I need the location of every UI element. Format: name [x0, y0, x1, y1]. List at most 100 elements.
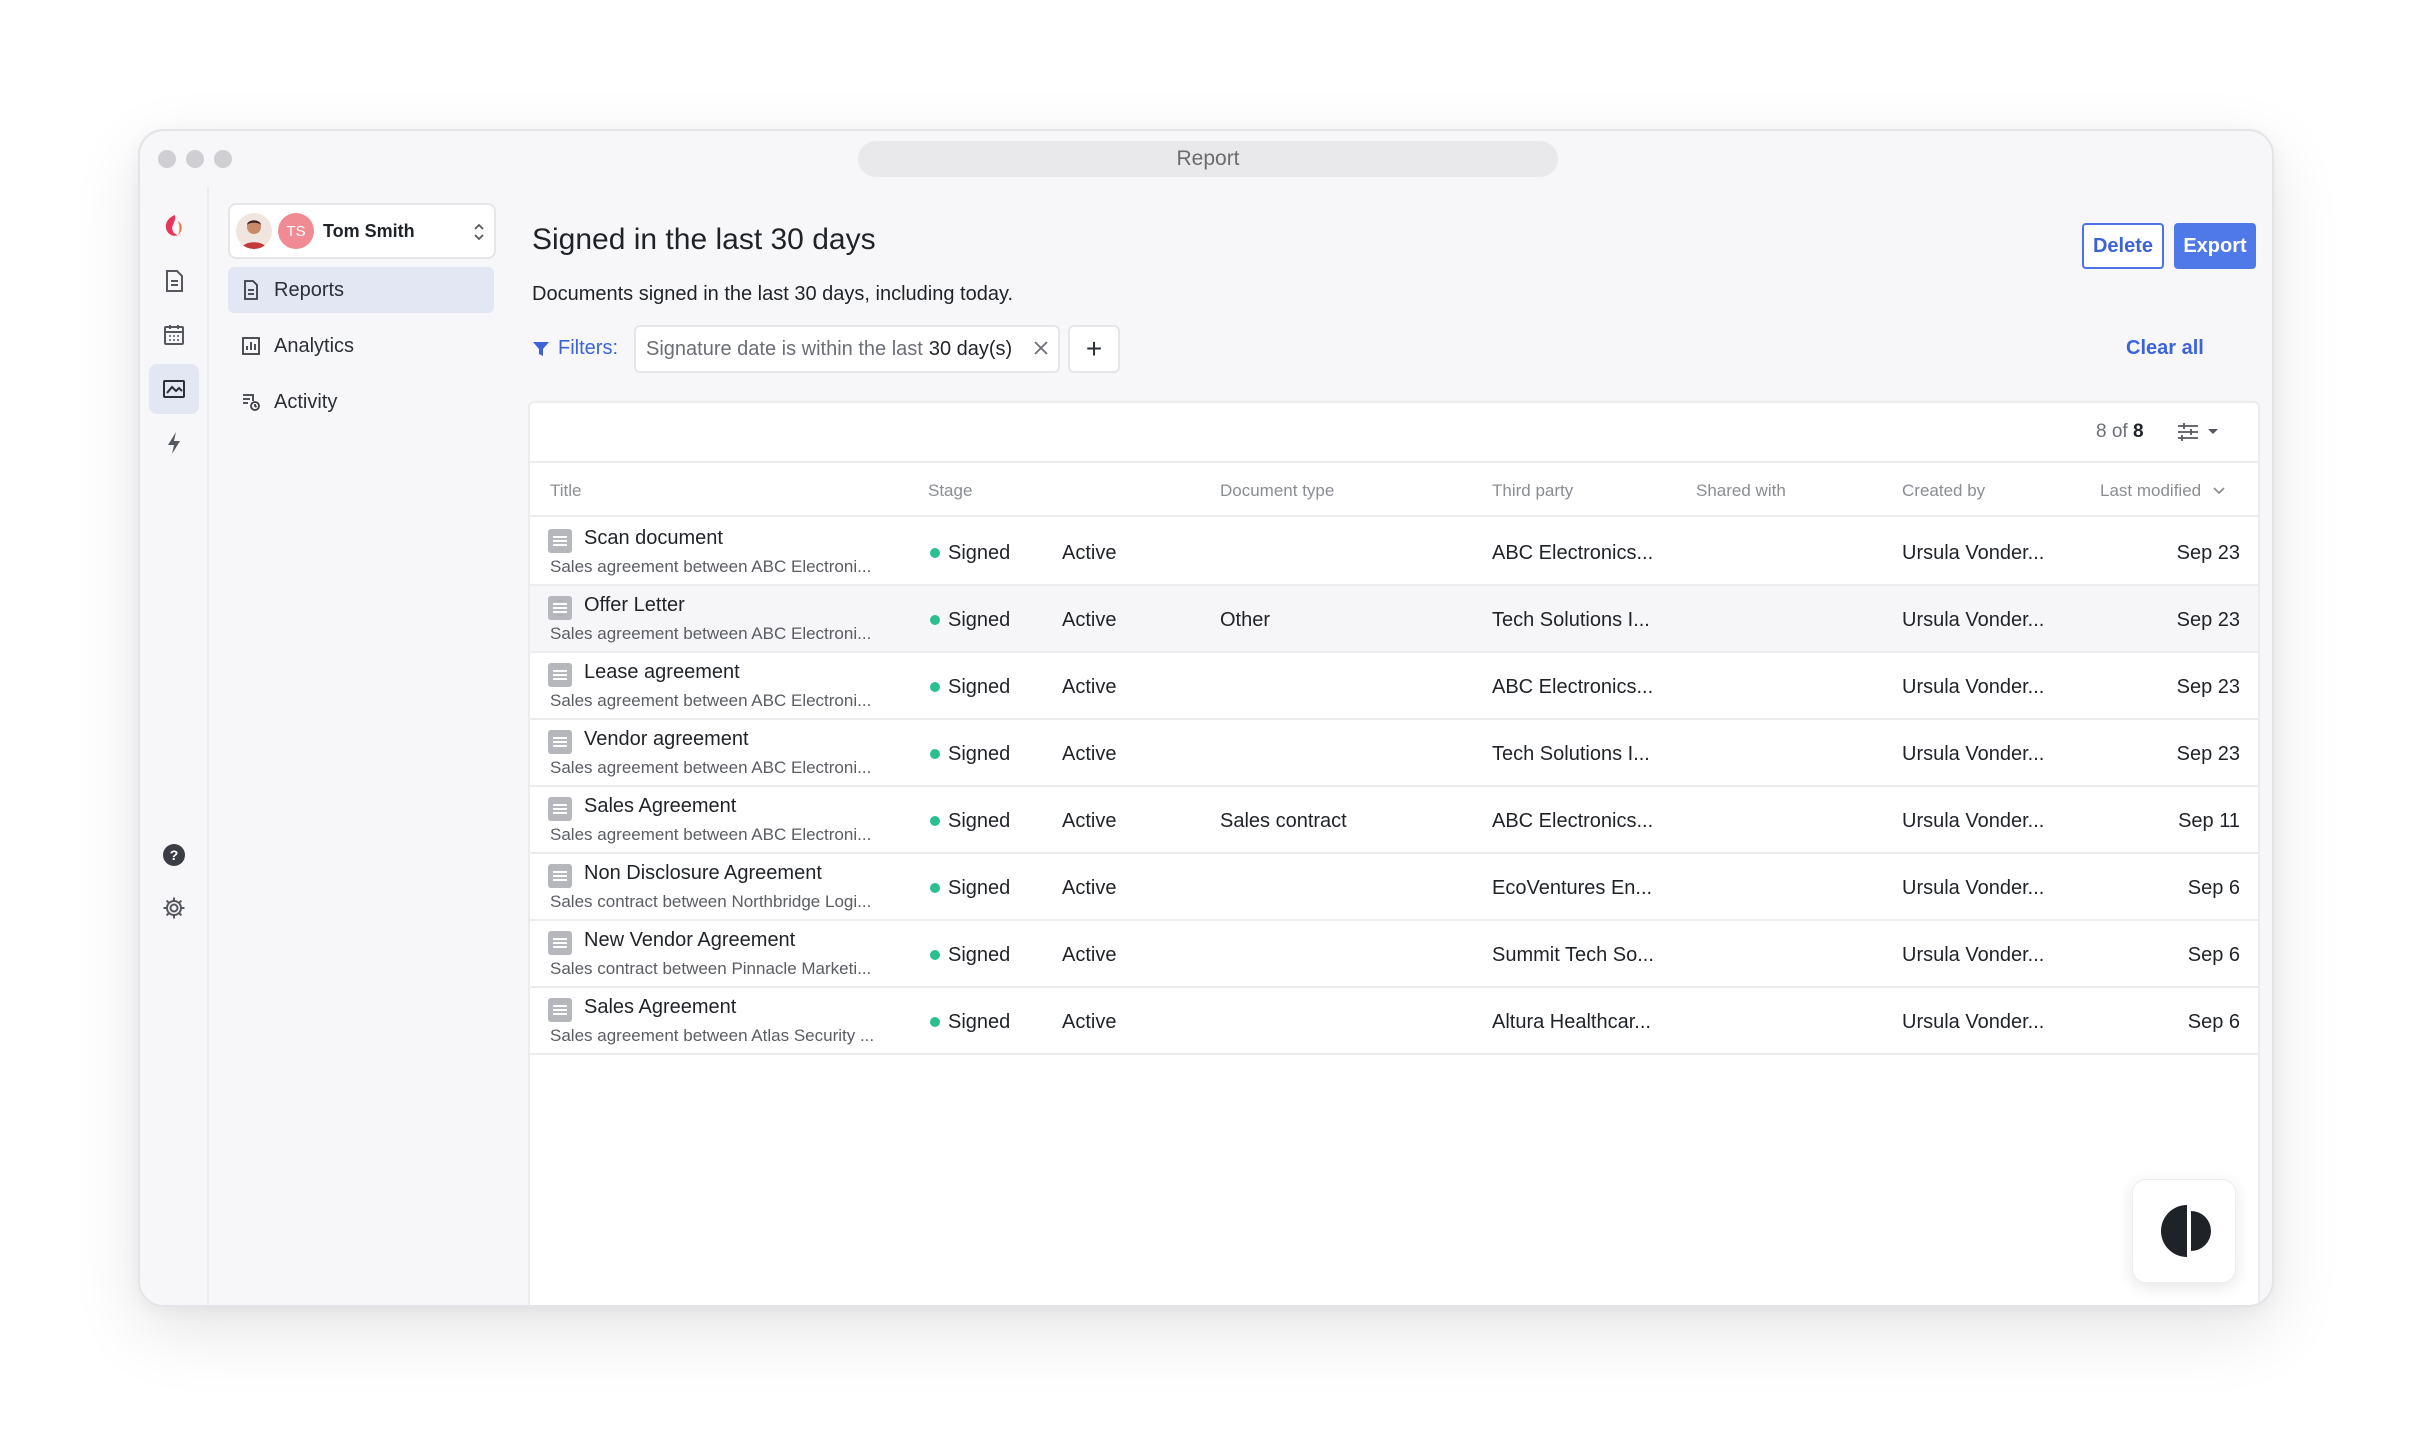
minimize-window-button[interactable]: [186, 150, 204, 168]
subnav-item-reports[interactable]: Reports: [228, 267, 494, 313]
last-modified: Sep 23: [2176, 743, 2240, 765]
add-filter-button[interactable]: +: [1068, 325, 1120, 373]
table-row[interactable]: New Vendor Agreement Sales contract betwe…: [530, 921, 2258, 988]
document-title[interactable]: Sales Agreement: [584, 996, 736, 1019]
page-subtitle: Documents signed in the last 30 days, in…: [532, 283, 1014, 305]
stage-label: Signed: [948, 877, 1011, 899]
filter-funnel-icon: [533, 341, 549, 356]
table-row[interactable]: Non Disclosure Agreement Sales contract b…: [530, 854, 2258, 921]
document-description: Sales agreement between ABC Electroni...: [550, 624, 872, 643]
status-label: Active: [1062, 542, 1117, 564]
account-switcher[interactable]: TS Tom Smith: [228, 203, 496, 259]
document-description: Sales agreement between ABC Electroni...: [550, 691, 872, 710]
assistant-launcher-button[interactable]: [2132, 1179, 2236, 1283]
page-title: Signed in the last 30 days: [532, 223, 876, 256]
table-row[interactable]: Sales Agreement Sales agreement between A…: [530, 988, 2258, 1055]
table-header: Title Stage Document type Third party Sh…: [530, 461, 2258, 517]
document-icon: [548, 529, 572, 553]
stage-status-dot: [930, 682, 940, 692]
stage-status-dot: [930, 816, 940, 826]
filter-chip-signature-date[interactable]: Signature date is within the last 30 day…: [634, 325, 1060, 373]
document-icon: [548, 797, 572, 821]
column-header-third-party[interactable]: Third party: [1492, 481, 1573, 501]
column-header-stage[interactable]: Stage: [928, 481, 972, 501]
column-header-last-modified[interactable]: Last modified: [2100, 481, 2226, 501]
clear-all-link[interactable]: Clear all: [2126, 337, 2204, 360]
subnav-label: Analytics: [274, 334, 355, 357]
column-header-shared-with[interactable]: Shared with: [1696, 481, 1786, 501]
document-title[interactable]: New Vendor Agreement: [584, 929, 795, 952]
subnav-label: Reports: [274, 278, 345, 301]
filters-toggle[interactable]: Filters:: [532, 337, 618, 360]
stage-label: Signed: [948, 743, 1011, 765]
reports-icon[interactable]: [149, 364, 199, 414]
third-party: EcoVentures En...: [1492, 877, 1653, 899]
third-party: ABC Electronics...: [1492, 542, 1654, 564]
document-title[interactable]: Sales Agreement: [584, 795, 736, 818]
document-title[interactable]: Vendor agreement: [584, 728, 749, 751]
document-description: Sales agreement between Atlas Security .…: [550, 1026, 875, 1045]
close-window-button[interactable]: [158, 150, 176, 168]
last-modified: Sep 6: [2187, 877, 2240, 899]
maximize-window-button[interactable]: [214, 150, 232, 168]
third-party: Summit Tech So...: [1492, 944, 1654, 966]
document-icon: [548, 663, 572, 687]
stage-label: Signed: [948, 810, 1011, 832]
account-name: Tom Smith: [323, 220, 415, 241]
last-modified: Sep 6: [2187, 1011, 2240, 1033]
document-description: Sales agreement between ABC Electroni...: [550, 825, 872, 844]
chevron-down-icon: [2213, 487, 2225, 495]
document-title[interactable]: Lease agreement: [584, 661, 740, 684]
created-by: Ursula Vonder...: [1902, 810, 2045, 832]
stage-status-dot: [930, 1017, 940, 1027]
table-row[interactable]: Lease agreement Sales agreement between A…: [530, 653, 2258, 720]
column-settings-button[interactable]: [2176, 419, 2222, 445]
export-button[interactable]: Export: [2174, 223, 2256, 269]
calendar-icon[interactable]: [149, 310, 199, 360]
subnav-item-activity[interactable]: Activity: [228, 379, 494, 425]
column-header-title[interactable]: Title: [550, 481, 582, 501]
document-icon: [548, 596, 572, 620]
documents-icon[interactable]: [149, 256, 199, 306]
title-bar: Report: [140, 131, 2272, 187]
document-title[interactable]: Offer Letter: [584, 594, 685, 617]
brand-logo-icon[interactable]: [149, 201, 199, 251]
created-by: Ursula Vonder...: [1902, 1011, 2045, 1033]
document-title[interactable]: Scan document: [584, 527, 723, 550]
activity-icon: [243, 394, 260, 411]
document-description: Sales contract between Pinnacle Marketi.…: [550, 959, 872, 978]
icon-rail: ?: [140, 187, 209, 1305]
address-bar[interactable]: Report: [858, 141, 1558, 177]
table-row[interactable]: Offer Letter Sales agreement between ABC …: [530, 586, 2258, 653]
documents-table: 8 of 8 Title Stage Document type Third p…: [528, 401, 2260, 1305]
subnav-label: Activity: [274, 390, 338, 413]
status-label: Active: [1062, 877, 1117, 899]
svg-text:?: ?: [170, 847, 179, 863]
app-window: Report ? TS Tom Smith Reports Analytics …: [138, 129, 2274, 1307]
created-by: Ursula Vonder...: [1902, 877, 2045, 899]
created-by: Ursula Vonder...: [1902, 944, 2045, 966]
settings-gear-icon[interactable]: [149, 883, 199, 933]
document-type: Sales contract: [1220, 810, 1347, 832]
sliders-icon: [2178, 423, 2198, 441]
status-label: Active: [1062, 1011, 1117, 1033]
table-row[interactable]: Sales Agreement Sales agreement between A…: [530, 787, 2258, 854]
column-header-created-by[interactable]: Created by: [1902, 481, 1985, 501]
third-party: Tech Solutions I...: [1492, 743, 1650, 765]
document-title[interactable]: Non Disclosure Agreement: [584, 862, 822, 885]
third-party: ABC Electronics...: [1492, 810, 1654, 832]
close-icon[interactable]: [1032, 339, 1050, 357]
stage-status-dot: [930, 615, 940, 625]
document-icon: [548, 864, 572, 888]
third-party: ABC Electronics...: [1492, 676, 1654, 698]
help-icon[interactable]: ?: [149, 830, 199, 880]
subnav-item-analytics[interactable]: Analytics: [228, 323, 494, 369]
automation-bolt-icon[interactable]: [149, 418, 199, 468]
filter-chip-text: Signature date is within the last: [646, 337, 923, 360]
column-header-document-type[interactable]: Document type: [1220, 481, 1334, 501]
filters-label: Filters:: [558, 337, 618, 359]
table-row[interactable]: Scan document Sales agreement between ABC…: [530, 519, 2258, 586]
filter-chip-value: 30 day(s): [928, 337, 1013, 360]
delete-button[interactable]: Delete: [2082, 223, 2164, 269]
table-row[interactable]: Vendor agreement Sales agreement between …: [530, 720, 2258, 787]
